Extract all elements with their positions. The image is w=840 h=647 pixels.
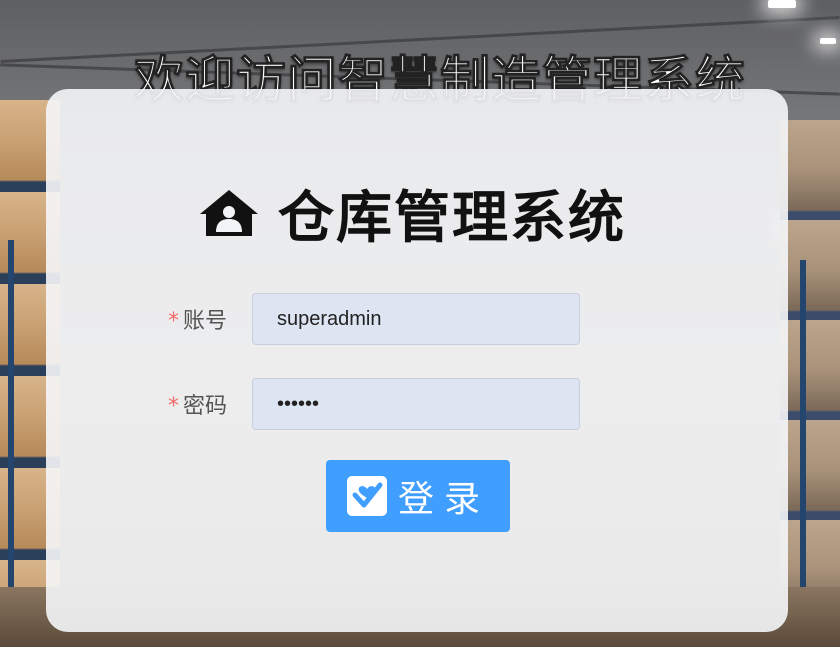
system-header: 仓库管理系统 bbox=[198, 180, 626, 251]
login-button-label: 登录 bbox=[397, 479, 490, 520]
login-page: 欢迎访问智慧制造管理系统 仓库管理系统 *账号 *密码 登录 bbox=[0, 0, 840, 647]
password-row: * 密码 bbox=[168, 378, 580, 430]
required-mark: * bbox=[168, 309, 179, 334]
background-ceiling-light bbox=[768, 0, 796, 8]
password-label-text: 密码 bbox=[183, 394, 228, 419]
check-square-icon bbox=[346, 476, 387, 516]
background-shelf-upright bbox=[8, 240, 14, 640]
warehouse-home-icon bbox=[200, 190, 258, 236]
username-label: * 账号 bbox=[168, 303, 252, 335]
login-card bbox=[46, 89, 788, 632]
login-button[interactable]: 登录 bbox=[326, 460, 510, 532]
required-mark: * bbox=[168, 394, 179, 419]
password-input[interactable] bbox=[252, 378, 580, 430]
username-row: * 账号 bbox=[168, 293, 580, 345]
background-shelf-upright bbox=[800, 260, 806, 640]
username-label-text: 账号 bbox=[183, 309, 228, 334]
username-input[interactable] bbox=[252, 293, 580, 345]
password-label: * 密码 bbox=[168, 388, 252, 420]
background-shelf bbox=[780, 120, 840, 620]
system-title: 仓库管理系统 bbox=[278, 185, 626, 251]
